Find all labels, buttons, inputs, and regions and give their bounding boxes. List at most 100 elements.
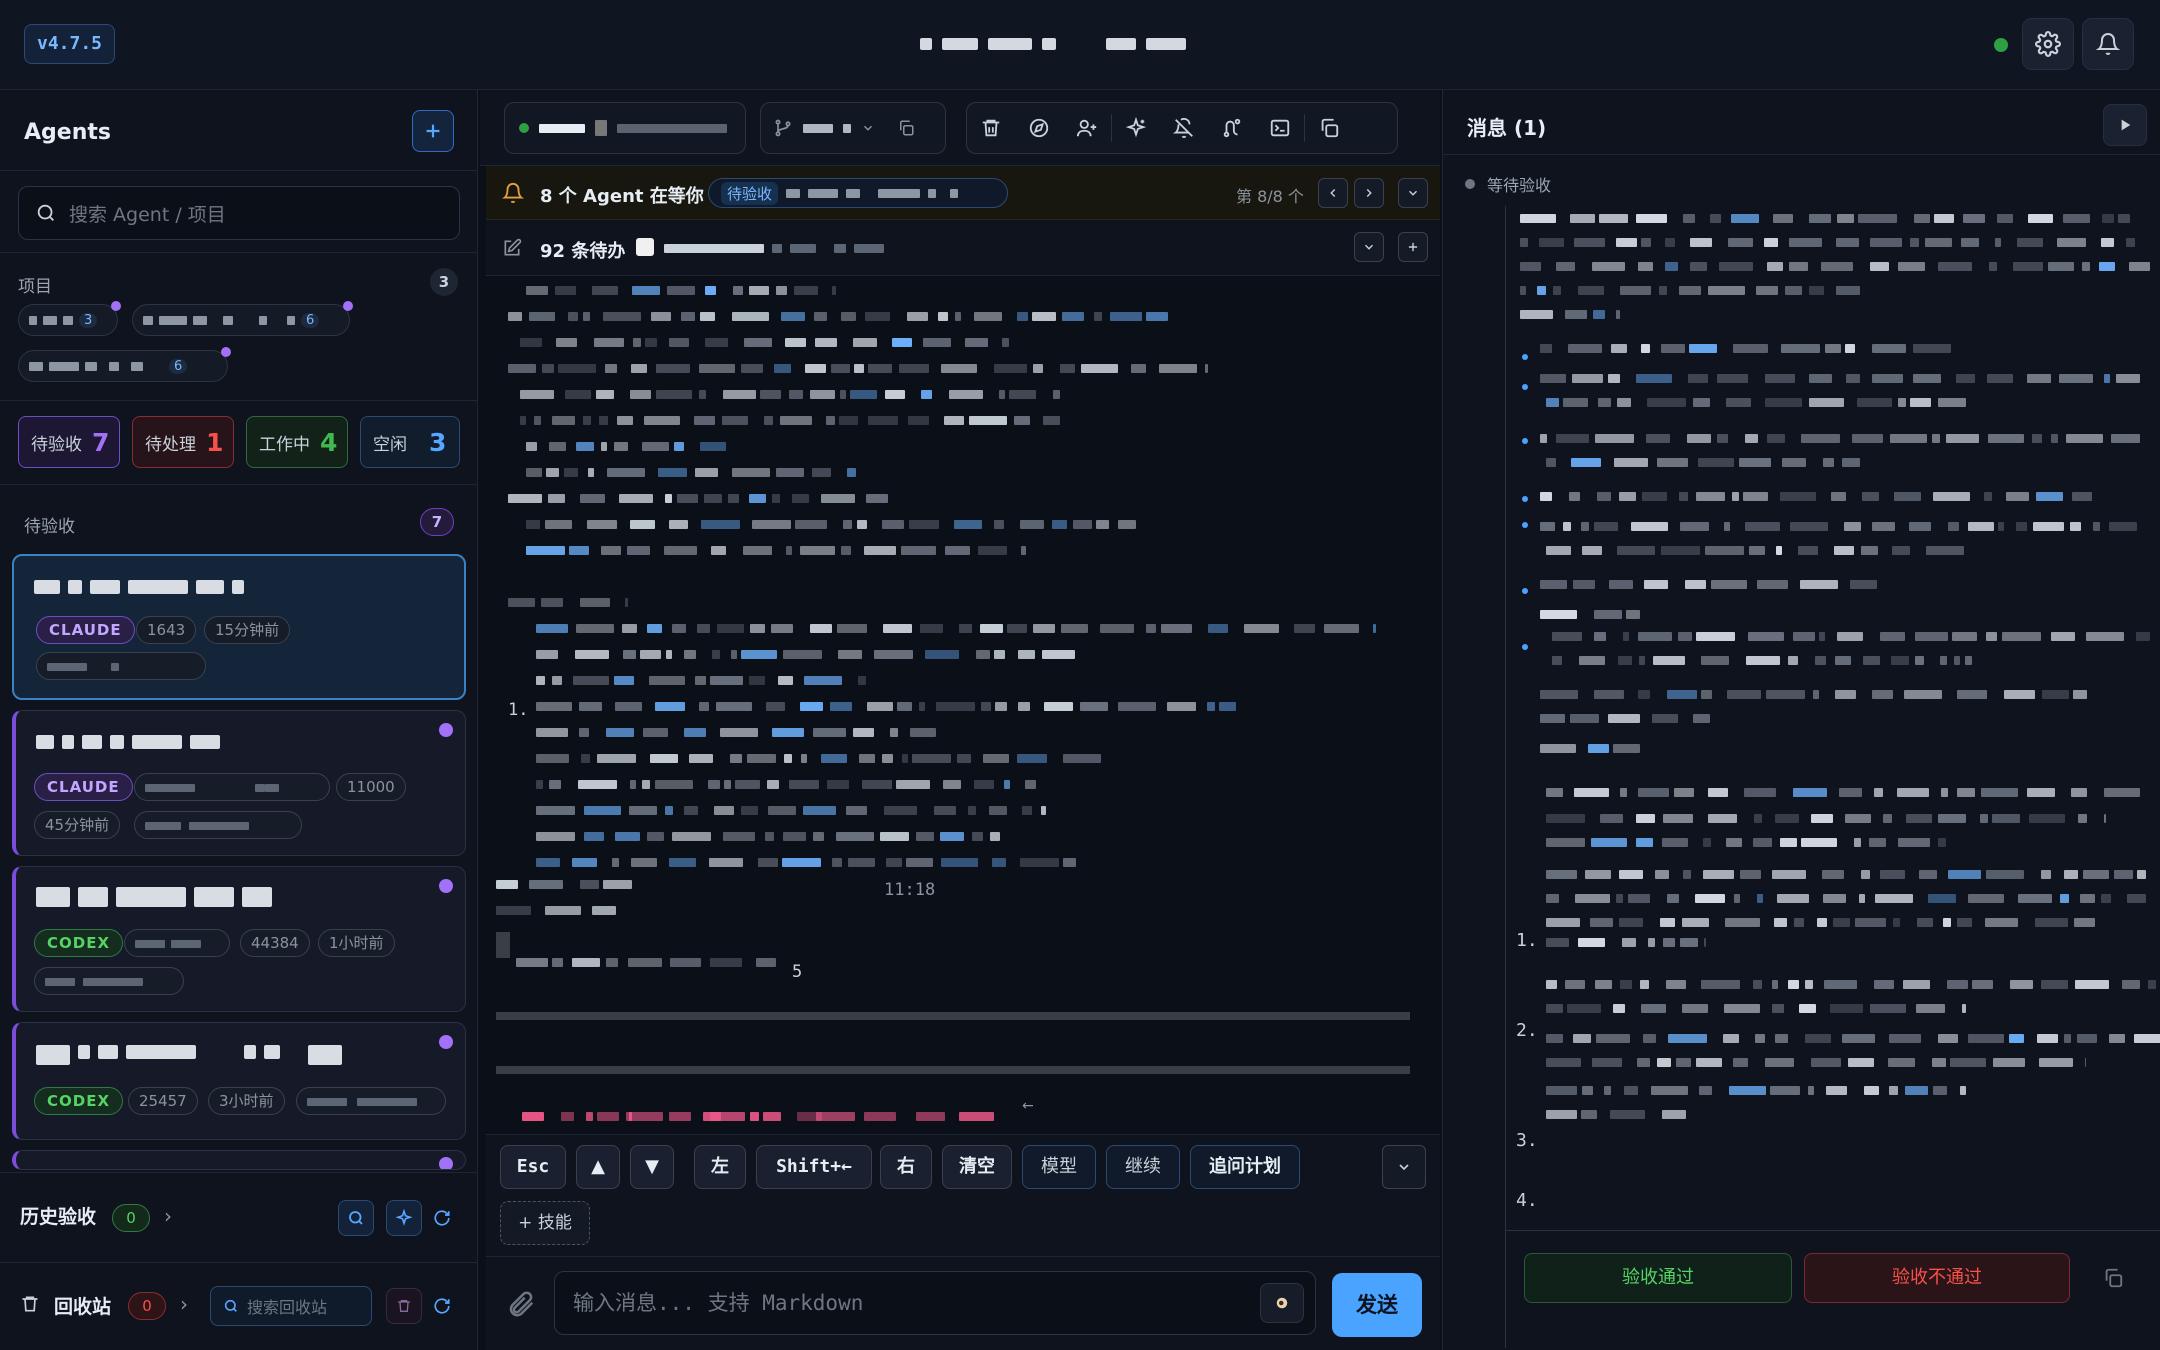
branch-selector[interactable] — [760, 102, 946, 154]
chevron-right-icon[interactable]: › — [164, 1204, 172, 1228]
page-indicator: 第 8/8 个 — [1236, 187, 1304, 206]
followup-plan-button[interactable]: 追问计划 — [1190, 1145, 1300, 1189]
duplicate-button[interactable] — [1305, 104, 1353, 152]
prev-agent-button[interactable] — [1318, 178, 1348, 208]
refresh-icon — [434, 1298, 450, 1314]
shift-left-button[interactable]: Shift+← — [756, 1145, 872, 1189]
redacted-text-line — [536, 676, 866, 685]
message-composer: 输入消息... 支持 Markdown 发送 — [486, 1256, 1440, 1350]
explore-button[interactable] — [1015, 104, 1063, 152]
esc-button[interactable]: Esc — [500, 1145, 566, 1189]
add-user-button[interactable] — [1063, 104, 1111, 152]
agent-card[interactable]: CLAUDE 1643 15分钟前 — [12, 554, 466, 700]
agent-card[interactable]: CODEX 25457 3小时前 — [12, 1022, 466, 1140]
agent-card[interactable]: CLAUDE 11000 45分钟前 — [12, 710, 466, 856]
trash-search-input[interactable]: 搜索回收站 — [210, 1286, 372, 1326]
status-dot — [1465, 179, 1475, 189]
stat-pending-process[interactable]: 待处理 1 — [132, 416, 234, 468]
ai-assist-button[interactable] — [1112, 104, 1160, 152]
project-count: 6 — [301, 312, 320, 328]
approve-button[interactable]: 验收通过 — [1524, 1253, 1792, 1303]
waiting-agent-tag[interactable]: 待验收 — [708, 178, 1008, 208]
empty-trash-button[interactable] — [386, 1288, 422, 1324]
redacted-text-line — [526, 520, 1136, 529]
compass-icon — [1029, 118, 1049, 138]
trash-refresh-button[interactable] — [424, 1288, 460, 1324]
add-todo-button[interactable] — [1398, 232, 1428, 262]
project-pill[interactable]: 6 — [18, 347, 231, 382]
play-icon — [2121, 119, 2131, 131]
stat-pending-review[interactable]: 待验收 7 — [18, 416, 120, 468]
projects-count: 3 — [430, 268, 458, 296]
redacted-chip — [134, 773, 330, 801]
right-button[interactable]: 右 — [880, 1145, 932, 1189]
stat-working[interactable]: 工作中 4 — [246, 416, 348, 468]
agent-selector[interactable] — [504, 102, 746, 154]
history-refresh-button[interactable] — [424, 1200, 460, 1236]
notifications-button[interactable] — [2082, 18, 2134, 70]
trash-search-placeholder: 搜索回收站 — [247, 1298, 328, 1317]
search-icon — [224, 1299, 237, 1312]
redacted-text-line — [1540, 744, 1640, 753]
redacted-text-line — [520, 416, 1060, 425]
delete-button[interactable] — [967, 104, 1015, 152]
redacted-text-line — [536, 650, 1076, 659]
redacted-text-line — [522, 1112, 632, 1121]
agent-card[interactable]: CODEX 44384 1小时前 — [12, 866, 466, 1012]
model-button[interactable]: 模型 — [1022, 1145, 1096, 1189]
redacted-text-line — [1546, 458, 1866, 467]
mute-button[interactable] — [1160, 104, 1208, 152]
token-chip: 44384 — [240, 929, 310, 957]
agent-card[interactable] — [12, 1150, 466, 1170]
trash-icon — [398, 1300, 410, 1312]
list-number: 3. — [1516, 1130, 1538, 1151]
down-button[interactable]: ▼ — [630, 1145, 674, 1189]
redacted-text-line — [536, 728, 936, 737]
collapse-notice-button[interactable] — [1398, 178, 1428, 208]
history-ai-button[interactable] — [386, 1200, 422, 1236]
emoji-button[interactable] — [1260, 1283, 1304, 1323]
send-button[interactable]: 发送 — [1332, 1273, 1422, 1337]
up-button[interactable]: ▲ — [576, 1145, 620, 1189]
quick-actions: Esc ▲ ▼ 左 Shift+← 右 清空 模型 继续 追问计划 + 技能 — [486, 1134, 1440, 1256]
sidebar-title: Agents — [24, 120, 111, 145]
route-button[interactable] — [1208, 104, 1256, 152]
project-pill[interactable]: 3 — [18, 301, 121, 336]
add-skill-button[interactable]: + 技能 — [500, 1201, 590, 1245]
expand-todo-button[interactable] — [1354, 232, 1384, 262]
redacted-text-line — [526, 442, 726, 451]
terminal-button[interactable] — [1256, 104, 1304, 152]
agent-toolbar — [480, 90, 1440, 166]
sparkle-icon — [395, 1209, 413, 1226]
todo-checkbox[interactable] — [636, 238, 654, 256]
next-agent-button[interactable] — [1354, 178, 1384, 208]
redacted-text-line — [1540, 522, 2140, 531]
left-button[interactable]: 左 — [694, 1145, 746, 1189]
agent-search-input[interactable]: 搜索 Agent / 项目 — [18, 186, 460, 240]
play-button[interactable] — [2103, 104, 2147, 146]
section-label: 待验收 — [24, 517, 75, 537]
more-actions-button[interactable] — [1382, 1145, 1426, 1189]
clear-button[interactable]: 清空 — [942, 1145, 1012, 1189]
reject-button[interactable]: 验收不通过 — [1804, 1253, 2070, 1303]
message-input[interactable]: 输入消息... 支持 Markdown — [554, 1271, 1316, 1335]
add-agent-button[interactable] — [412, 110, 454, 152]
project-pill[interactable]: 6 — [132, 301, 353, 336]
paperclip-icon[interactable] — [506, 1289, 536, 1319]
token-chip: 25457 — [128, 1087, 198, 1115]
redacted-text-line — [1546, 814, 2106, 823]
chevron-right-icon[interactable]: › — [180, 1292, 188, 1316]
copy-icon[interactable] — [897, 119, 915, 137]
history-label[interactable]: 历史验收 — [20, 1202, 96, 1229]
time-chip: 3小时前 — [208, 1087, 285, 1115]
version-badge: v4.7.5 — [24, 24, 116, 64]
stat-idle[interactable]: 空闲 3 — [360, 416, 460, 468]
settings-button[interactable] — [2022, 18, 2074, 70]
route-icon — [1223, 118, 1241, 138]
trash-label[interactable]: 回收站 — [54, 1292, 111, 1319]
stat-label: 待处理 — [145, 434, 196, 455]
redacted-text-line — [496, 880, 646, 889]
continue-button[interactable]: 继续 — [1106, 1145, 1180, 1189]
copy-icon[interactable] — [2102, 1267, 2124, 1289]
history-search-button[interactable] — [338, 1200, 374, 1236]
